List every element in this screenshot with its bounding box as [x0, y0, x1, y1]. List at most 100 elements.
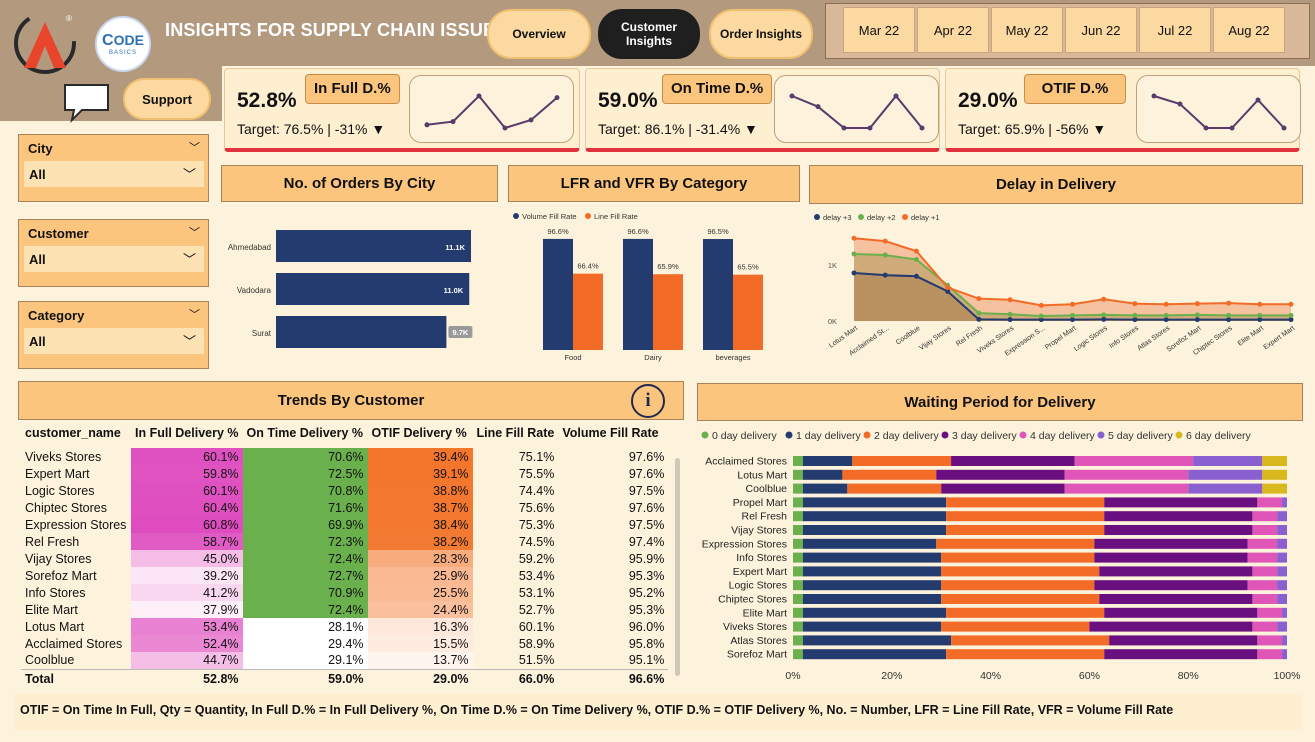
wait-segment[interactable] — [1282, 497, 1287, 508]
chevron-down-icon[interactable]: ﹀ — [189, 139, 200, 155]
delay-point[interactable] — [1070, 301, 1075, 307]
wait-segment[interactable] — [793, 566, 803, 577]
wait-segment[interactable] — [1193, 456, 1263, 466]
delay-point[interactable] — [1194, 317, 1200, 323]
table-row[interactable]: Viveks Stores 60.1% 70.6% 39.4% 75.1% 97.6% — [21, 448, 668, 465]
wait-segment[interactable] — [847, 483, 942, 494]
wait-segment[interactable] — [842, 469, 937, 480]
wait-segment[interactable] — [1247, 552, 1278, 563]
table-row[interactable]: Expert Mart 59.8% 72.5% 39.1% 75.5% 97.6% — [21, 465, 668, 482]
wait-segment[interactable] — [802, 635, 952, 646]
column-header[interactable]: Line Fill Rate — [473, 422, 559, 444]
wait-segment[interactable] — [793, 621, 803, 632]
delay-point[interactable] — [1194, 312, 1200, 318]
wait-segment[interactable] — [1104, 607, 1258, 618]
wait-segment[interactable] — [793, 552, 803, 563]
wait-segment[interactable] — [1277, 621, 1287, 632]
wait-segment[interactable] — [951, 456, 1075, 466]
delay-point[interactable] — [976, 310, 982, 316]
wait-segment[interactable] — [793, 538, 803, 549]
delay-point[interactable] — [851, 251, 857, 257]
wait-segment[interactable] — [793, 580, 803, 591]
wait-segment[interactable] — [946, 607, 1105, 618]
chevron-down-icon[interactable]: ﹀ — [183, 164, 196, 183]
table-row[interactable]: Acclaimed Stores 52.4% 29.4% 15.5% 58.9% 95.8… — [21, 635, 668, 652]
delay-point[interactable] — [945, 284, 951, 290]
filter-value[interactable]: All — [24, 328, 204, 354]
wait-segment[interactable] — [1104, 511, 1253, 522]
nav-overview-button[interactable]: Overview — [487, 9, 591, 59]
wait-segment[interactable] — [793, 635, 803, 646]
lfr-bar[interactable] — [653, 274, 683, 350]
wait-segment[interactable] — [936, 469, 1065, 480]
delay-point[interactable] — [1038, 302, 1044, 308]
info-icon[interactable]: i — [631, 384, 665, 418]
delay-point[interactable] — [1070, 312, 1075, 318]
month-mar-22[interactable]: Mar 22 — [843, 7, 915, 53]
wait-segment[interactable] — [793, 483, 803, 494]
table-row[interactable]: Expression Stores 60.8% 69.9% 38.4% 75.3% 97.… — [21, 516, 668, 533]
wait-segment[interactable] — [1247, 538, 1278, 549]
table-row[interactable]: Elite Mart 37.9% 72.4% 24.4% 52.7% 95.3% — [21, 601, 668, 618]
wait-segment[interactable] — [1252, 594, 1278, 604]
month-aug-22[interactable]: Aug 22 — [1213, 7, 1285, 53]
chat-bubble-icon[interactable] — [62, 82, 112, 124]
delay-point[interactable] — [1257, 301, 1263, 307]
wait-segment[interactable] — [1257, 607, 1283, 618]
delay-point[interactable] — [1163, 301, 1169, 307]
table-row[interactable]: Chiptec Stores 60.4% 71.6% 38.7% 75.6% 97.6% — [21, 499, 668, 516]
delay-point[interactable] — [1257, 312, 1263, 318]
wait-segment[interactable] — [802, 497, 947, 508]
wait-segment[interactable] — [1282, 649, 1287, 660]
lfr-bar[interactable] — [623, 238, 653, 350]
month-jul-22[interactable]: Jul 22 — [1139, 7, 1211, 53]
city-filter[interactable]: City ﹀ All ﹀ — [18, 134, 209, 202]
table-row[interactable]: Info Stores 41.2% 70.9% 25.5% 53.1% 95.2% — [21, 584, 668, 601]
wait-segment[interactable] — [1257, 635, 1283, 646]
delay-point[interactable] — [1226, 312, 1232, 318]
delay-point[interactable] — [1101, 296, 1107, 302]
wait-segment[interactable] — [941, 594, 1100, 604]
delay-point[interactable] — [851, 270, 857, 276]
wait-segment[interactable] — [1074, 456, 1194, 466]
nav-customer-insights-button[interactable]: Customer Insights — [598, 9, 700, 59]
wait-segment[interactable] — [1089, 621, 1253, 632]
category-filter[interactable]: Category ﹀ All ﹀ — [18, 301, 209, 369]
wait-segment[interactable] — [1277, 525, 1287, 535]
chevron-down-icon[interactable]: ﹀ — [189, 306, 200, 322]
wait-segment[interactable] — [1282, 635, 1287, 646]
nav-order-insights-button[interactable]: Order Insights — [709, 9, 813, 59]
chevron-down-icon[interactable]: ﹀ — [183, 249, 196, 268]
city-bar[interactable] — [276, 230, 471, 262]
wait-segment[interactable] — [951, 635, 1110, 646]
wait-segment[interactable] — [852, 456, 952, 466]
wait-segment[interactable] — [1277, 566, 1287, 577]
wait-segment[interactable] — [1247, 580, 1278, 591]
table-row[interactable]: Rel Fresh 58.7% 72.3% 38.2% 74.5% 97.4% — [21, 533, 668, 550]
column-header[interactable]: customer_name — [21, 422, 131, 444]
wait-segment[interactable] — [1104, 649, 1258, 660]
month-apr-22[interactable]: Apr 22 — [917, 7, 989, 53]
city-bar[interactable] — [276, 316, 447, 348]
delay-point[interactable] — [1007, 317, 1013, 323]
wait-segment[interactable] — [802, 566, 942, 577]
support-button[interactable]: Support — [123, 78, 211, 120]
wait-segment[interactable] — [802, 552, 942, 563]
wait-segment[interactable] — [793, 469, 803, 480]
wait-segment[interactable] — [1277, 511, 1287, 522]
delay-point[interactable] — [976, 316, 982, 322]
delay-point[interactable] — [1101, 316, 1107, 322]
city-bar[interactable] — [276, 273, 470, 305]
lfr-bar[interactable] — [703, 239, 733, 350]
wait-segment[interactable] — [802, 511, 947, 522]
customer-filter[interactable]: Customer ﹀ All ﹀ — [18, 219, 209, 287]
column-header[interactable]: OTIF Delivery % — [368, 422, 473, 444]
wait-segment[interactable] — [941, 580, 1095, 591]
wait-segment[interactable] — [1064, 483, 1189, 494]
column-header[interactable]: On Time Delivery % — [243, 422, 368, 444]
delay-point[interactable] — [1007, 297, 1013, 303]
wait-segment[interactable] — [1188, 483, 1263, 494]
wait-segment[interactable] — [946, 511, 1105, 522]
wait-segment[interactable] — [793, 456, 803, 466]
delay-point[interactable] — [1038, 313, 1044, 319]
